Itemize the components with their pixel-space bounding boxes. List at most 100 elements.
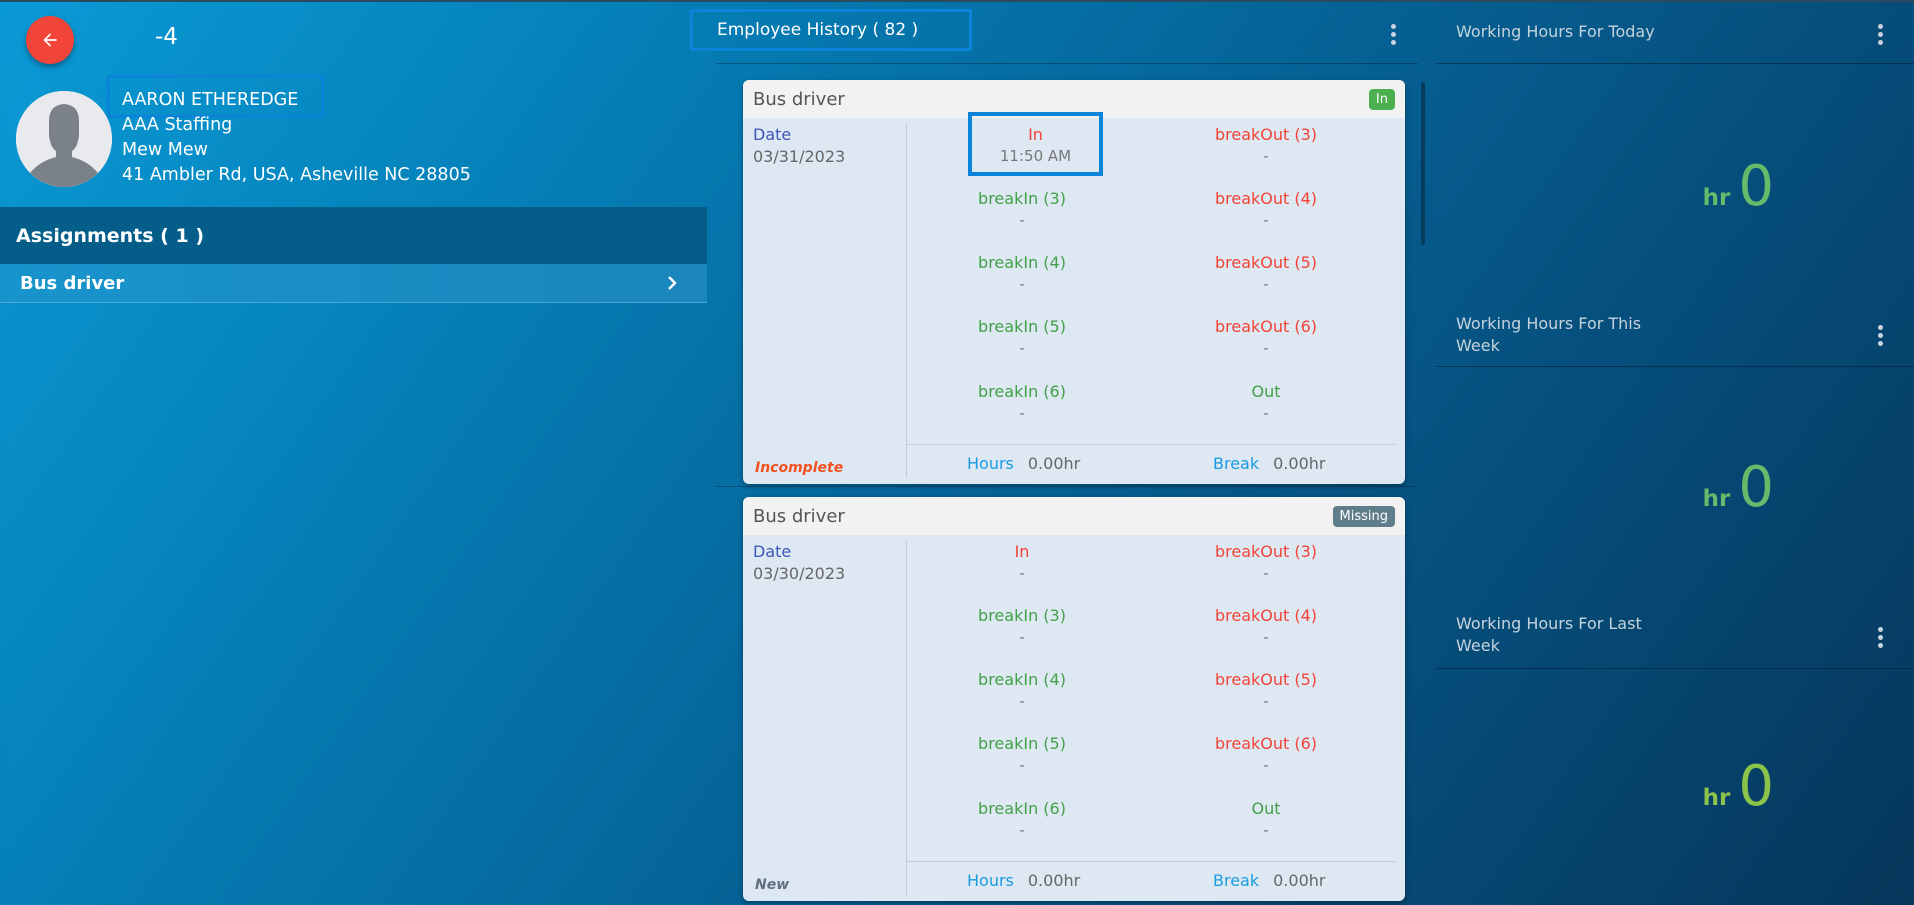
punch-cell[interactable]: breakOut (6)-	[1176, 316, 1356, 359]
date-label: Date	[753, 541, 845, 563]
punch-label: breakIn (5)	[932, 733, 1112, 755]
employee-info: AARON ETHEREDGE AAA Staffing Mew Mew 41 …	[122, 88, 471, 188]
punch-cell[interactable]: breakIn (3)-	[932, 605, 1112, 648]
date-value: 03/30/2023	[753, 563, 845, 585]
break-value: 0.00hr	[1273, 871, 1325, 890]
punch-cell[interactable]: breakOut (3)-	[1176, 541, 1356, 584]
employee-company: AAA Staffing	[122, 113, 471, 138]
assignment-item[interactable]: Bus driver	[0, 264, 707, 303]
punch-cell[interactable]: breakIn (3)-	[932, 188, 1112, 231]
widget-menu-button[interactable]	[1868, 19, 1892, 49]
menu-dot	[1878, 333, 1883, 338]
punch-time: -	[1176, 627, 1356, 648]
divider	[1436, 668, 1914, 669]
card-body: Date 03/31/2023 Incomplete In11:50 AM bre…	[743, 118, 1405, 484]
hours-value: 0.00hr	[1028, 871, 1080, 890]
punch-label: In	[972, 124, 1099, 146]
punch-time: -	[1176, 820, 1356, 841]
widget-title: Working Hours For This Week	[1456, 313, 1686, 357]
more-vertical-icon	[1878, 24, 1883, 29]
punch-cell[interactable]: breakIn (5)-	[932, 733, 1112, 776]
punch-cell[interactable]: breakOut (6)-	[1176, 733, 1356, 776]
break-summary: Break0.00hr	[1213, 871, 1325, 890]
punch-label: In	[932, 541, 1112, 563]
divider	[716, 63, 1418, 64]
widget-menu-button[interactable]	[1868, 320, 1892, 350]
divider	[716, 486, 1418, 487]
punch-label: breakOut (6)	[1176, 316, 1356, 338]
punch-time: -	[932, 210, 1112, 231]
divider	[1436, 366, 1914, 367]
punch-cell[interactable]: breakOut (4)-	[1176, 188, 1356, 231]
punch-cell[interactable]: Out-	[1176, 381, 1356, 424]
punch-time: -	[1176, 691, 1356, 712]
card-body: Date 03/30/2023 New In-breakOut (3)-brea…	[743, 535, 1405, 901]
punch-cell[interactable]: In-	[932, 541, 1112, 584]
punch-time: -	[932, 755, 1112, 776]
employee-address: 41 Ambler Rd, USA, Asheville NC 28805	[122, 163, 471, 188]
menu-dot	[1878, 32, 1883, 37]
punch-label: breakIn (3)	[932, 605, 1112, 627]
punch-time: -	[932, 274, 1112, 295]
punch-label: breakOut (6)	[1176, 733, 1356, 755]
punch-cell[interactable]: breakIn (6)-	[932, 798, 1112, 841]
menu-dot	[1878, 635, 1883, 640]
punch-time: -	[1176, 403, 1356, 424]
punch-cell[interactable]: breakIn (6)-	[932, 381, 1112, 424]
punch-cell[interactable]: breakOut (4)-	[1176, 605, 1356, 648]
hours-unit: hr	[1703, 785, 1731, 811]
hours-summary: Hours 0.00hr	[967, 871, 1080, 890]
widget-hours-last-week: Working Hours For Last Week hr 0	[1436, 603, 1914, 905]
menu-dot	[1878, 643, 1883, 648]
punch-label: breakOut (3)	[1176, 124, 1356, 146]
status-badge[interactable]: Missing	[1333, 506, 1395, 527]
widget-title: Working Hours For Last Week	[1456, 613, 1686, 657]
punch-cell[interactable]: breakIn (5)-	[932, 316, 1112, 359]
employee-name: AARON ETHEREDGE	[122, 88, 471, 113]
punch-cell[interactable]: breakOut (3)-	[1176, 124, 1356, 167]
hours-number: 0	[1738, 754, 1774, 819]
hours-number: 0	[1738, 154, 1774, 219]
punch-cell[interactable]: breakOut (5)-	[1176, 669, 1356, 712]
menu-dot	[1878, 40, 1883, 45]
punch-label: breakOut (4)	[1176, 605, 1356, 627]
person-silhouette-icon	[16, 91, 112, 187]
punch-time: -	[932, 403, 1112, 424]
divider	[1436, 63, 1914, 64]
date-column: Date 03/31/2023	[753, 124, 845, 168]
punch-cell[interactable]: breakIn (4)-	[932, 252, 1112, 295]
widget-title: Working Hours For Today	[1456, 21, 1686, 43]
arrow-left-icon	[40, 30, 60, 50]
assignments-header: Assignments ( 1 )	[0, 207, 707, 264]
punch-label: breakOut (5)	[1176, 669, 1356, 691]
divider	[906, 541, 907, 895]
card-title: Bus driver	[753, 89, 845, 110]
history-menu-button[interactable]	[1381, 19, 1405, 49]
more-vertical-icon	[1878, 627, 1883, 632]
punch-cell[interactable]: breakOut (5)-	[1176, 252, 1356, 295]
punch-time: -	[932, 563, 1112, 584]
widget-menu-button[interactable]	[1868, 622, 1892, 652]
punch-label: breakIn (6)	[932, 798, 1112, 820]
back-button[interactable]	[26, 16, 74, 64]
punch-label: breakOut (5)	[1176, 252, 1356, 274]
punch-time: -	[1176, 210, 1356, 231]
history-card[interactable]: Bus driver In Date 03/31/2023 Incomplete…	[743, 80, 1405, 484]
hours-unit: hr	[1703, 486, 1731, 512]
status-badge[interactable]: In	[1369, 89, 1395, 110]
punch-cell[interactable]: Out-	[1176, 798, 1356, 841]
date-column: Date 03/30/2023	[753, 541, 845, 585]
punch-cell[interactable]: breakIn (4)-	[932, 669, 1112, 712]
punch-time: -	[1176, 755, 1356, 776]
hours-label: Hours	[967, 871, 1014, 890]
punch-time: -	[932, 338, 1112, 359]
employee-department: Mew Mew	[122, 138, 471, 163]
history-card[interactable]: Bus driver Missing Date 03/30/2023 New I…	[743, 497, 1405, 901]
attendance-status: New	[755, 877, 789, 893]
history-scrollbar[interactable]	[1421, 82, 1425, 245]
punch-time: 11:50 AM	[972, 146, 1099, 167]
attendance-status: Incomplete	[755, 460, 843, 476]
punch-cell[interactable]: In11:50 AM	[968, 112, 1103, 176]
punch-label: Out	[1176, 798, 1356, 820]
widget-hours-this-week: Working Hours For This Week hr0	[1436, 302, 1914, 592]
